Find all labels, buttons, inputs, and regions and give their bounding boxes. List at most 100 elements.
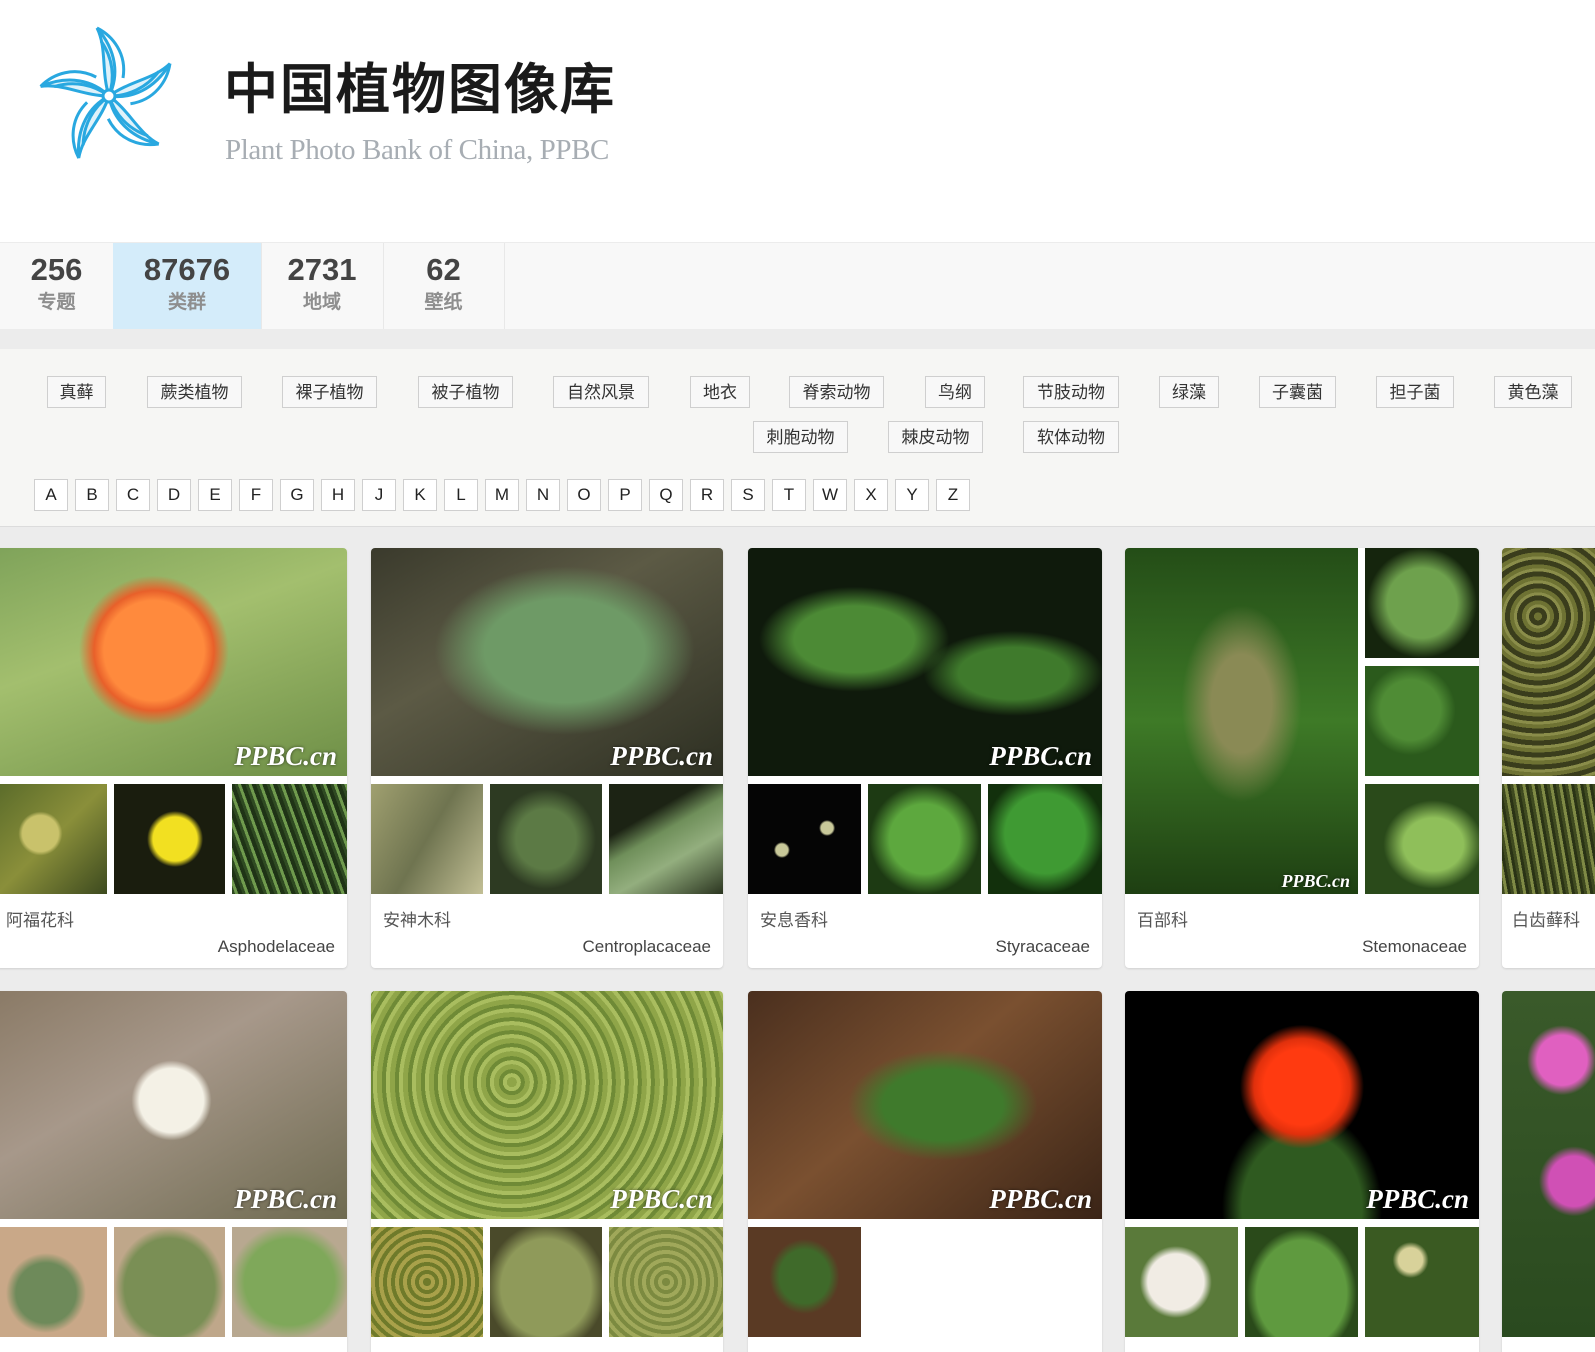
tab-regions[interactable]: 2731 地域	[261, 243, 384, 329]
category-chip[interactable]: 自然风景	[553, 376, 649, 408]
tab-topics[interactable]: 256 专题	[0, 243, 114, 329]
main-photo[interactable]: PPBC.cn	[371, 548, 723, 776]
tab-regions-count: 2731	[287, 252, 357, 287]
letter-filter-z[interactable]: Z	[936, 479, 970, 511]
family-name-cn: 安神木科	[383, 911, 451, 931]
thumb-photo[interactable]	[1365, 784, 1479, 894]
family-card[interactable]: PPBC.cn 阿福花科 Asphodelaceae	[0, 548, 347, 968]
category-chip[interactable]: 真藓	[47, 376, 106, 408]
main-photo[interactable]: PPBC.cn	[748, 548, 1102, 776]
letter-filter-r[interactable]: R	[690, 479, 724, 511]
letter-filter-g[interactable]: G	[280, 479, 314, 511]
family-card[interactable]: 白齿藓科	[1502, 548, 1595, 968]
letter-filter-c[interactable]: C	[116, 479, 150, 511]
thumb-photo[interactable]	[609, 1227, 723, 1337]
tab-topics-count: 256	[30, 252, 83, 287]
category-chip[interactable]: 裸子植物	[282, 376, 377, 408]
letter-filter-q[interactable]: Q	[649, 479, 683, 511]
family-name-cn: 白齿藓科	[1512, 911, 1580, 931]
tab-taxa[interactable]: 87676 类群	[113, 243, 262, 329]
letter-filter-n[interactable]: N	[526, 479, 560, 511]
family-card[interactable]: PPBC.cn	[371, 991, 723, 1352]
family-card[interactable]: PPBC.cn	[1125, 991, 1479, 1352]
thumb-photo[interactable]	[490, 1227, 602, 1337]
thumb-photo[interactable]	[232, 784, 347, 894]
category-chip[interactable]: 节肢动物	[1023, 376, 1119, 408]
thumb-photo[interactable]	[1365, 1227, 1479, 1337]
letter-filter-x[interactable]: X	[854, 479, 888, 511]
letter-filter-b[interactable]: B	[75, 479, 109, 511]
thumb-photo[interactable]	[371, 1227, 483, 1337]
thumb-photo[interactable]	[114, 1227, 225, 1337]
category-chip[interactable]: 黄色藻	[1494, 376, 1572, 408]
family-card[interactable]: PPBC.cn 百部科 Stemonaceae	[1125, 548, 1479, 968]
family-card[interactable]: PPBC.cn	[748, 991, 1102, 1352]
letter-filter-s[interactable]: S	[731, 479, 765, 511]
thumb-photo[interactable]	[609, 784, 723, 894]
letter-filter-t[interactable]: T	[772, 479, 806, 511]
category-chip[interactable]: 绿藻	[1159, 376, 1219, 408]
site-title[interactable]: 中国植物图像库	[224, 58, 616, 122]
main-photo[interactable]: PPBC.cn	[1125, 991, 1479, 1219]
letter-filter-p[interactable]: P	[608, 479, 642, 511]
thumb-photo[interactable]	[114, 784, 225, 894]
letter-filter-w[interactable]: W	[813, 479, 847, 511]
tab-wallpapers-label: 壁纸	[424, 291, 463, 313]
family-gallery: PPBC.cn 阿福花科 Asphodelaceae PPBC.cn 安神木科 …	[0, 527, 1595, 1352]
thumb-photo[interactable]	[988, 784, 1102, 894]
letter-filter-y[interactable]: Y	[895, 479, 929, 511]
main-photo[interactable]	[1502, 991, 1595, 1337]
category-chip[interactable]: 地衣	[690, 376, 750, 408]
main-photo[interactable]: PPBC.cn	[1125, 548, 1358, 894]
logo-pinwheel-icon[interactable]	[24, 14, 194, 179]
category-chip[interactable]: 担子菌	[1376, 376, 1454, 408]
letter-filter-d[interactable]: D	[157, 479, 191, 511]
letter-filter-j[interactable]: J	[362, 479, 396, 511]
tab-wallpapers-count: 62	[426, 252, 461, 287]
category-chip[interactable]: 子囊菌	[1259, 376, 1336, 408]
family-card[interactable]	[1502, 991, 1595, 1352]
thumb-photo[interactable]	[1365, 548, 1479, 658]
tab-wallpapers[interactable]: 62 壁纸	[383, 243, 505, 329]
thumb-photo[interactable]	[371, 784, 483, 894]
family-name-latin: Styracaceae	[995, 937, 1091, 956]
thumb-photo[interactable]	[1125, 1227, 1238, 1337]
family-card[interactable]: PPBC.cn 安息香科 Styracaceae	[748, 548, 1102, 968]
letter-filter-a[interactable]: A	[34, 479, 68, 511]
main-photo[interactable]: PPBC.cn	[0, 548, 347, 776]
family-name-latin: Stemonaceae	[1362, 937, 1467, 956]
category-chip[interactable]: 蕨类植物	[147, 376, 242, 408]
family-name-cn: 安息香科	[760, 911, 828, 931]
thumb-photo[interactable]	[1245, 1227, 1358, 1337]
letter-filter-l[interactable]: L	[444, 479, 478, 511]
letter-filter-h[interactable]: H	[321, 479, 355, 511]
letter-filter-k[interactable]: K	[403, 479, 437, 511]
family-card[interactable]: PPBC.cn 安神木科 Centroplacaceae	[371, 548, 723, 968]
main-photo[interactable]: PPBC.cn	[748, 991, 1102, 1219]
main-photo[interactable]	[1502, 548, 1595, 776]
stats-tabs: 256 专题 87676 类群 2731 地域 62 壁纸	[0, 242, 1595, 330]
family-card[interactable]: PPBC.cn	[0, 991, 347, 1352]
category-chip[interactable]: 刺胞动物	[753, 421, 848, 453]
category-chip[interactable]: 鸟纲	[925, 376, 985, 408]
category-chip[interactable]: 棘皮动物	[888, 421, 983, 453]
category-chip[interactable]: 脊索动物	[789, 376, 884, 408]
thumb-photo[interactable]	[1365, 666, 1479, 776]
category-chip[interactable]: 被子植物	[418, 376, 513, 408]
letter-filter-o[interactable]: O	[567, 479, 601, 511]
photo-watermark: PPBC.cn	[1281, 871, 1350, 891]
thumb-photo[interactable]	[748, 784, 861, 894]
thumb-photo[interactable]	[232, 1227, 347, 1337]
thumb-photo[interactable]	[1502, 784, 1595, 894]
category-chip[interactable]: 软体动物	[1023, 421, 1119, 453]
thumb-photo[interactable]	[0, 784, 107, 894]
main-photo[interactable]: PPBC.cn	[0, 991, 347, 1219]
letter-filter-m[interactable]: M	[485, 479, 519, 511]
thumb-photo[interactable]	[748, 1227, 861, 1337]
letter-filter-f[interactable]: F	[239, 479, 273, 511]
main-photo[interactable]: PPBC.cn	[371, 991, 723, 1219]
thumb-photo[interactable]	[490, 784, 602, 894]
thumb-photo[interactable]	[868, 784, 981, 894]
thumb-photo[interactable]	[0, 1227, 107, 1337]
letter-filter-e[interactable]: E	[198, 479, 232, 511]
